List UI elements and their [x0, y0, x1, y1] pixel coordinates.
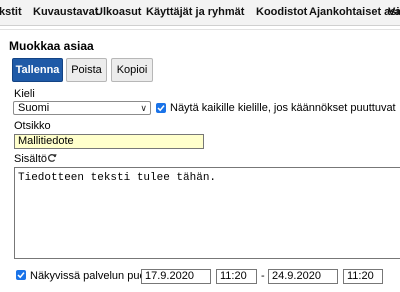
chevron-down-icon: ∨ [140, 103, 147, 113]
language-select[interactable]: Suomi ∨ [13, 101, 151, 115]
visible-in-service-checkbox[interactable] [16, 270, 26, 280]
content-textarea[interactable]: Tiedotteen teksti tulee tähän. [14, 167, 400, 259]
save-button[interactable]: Tallenna [12, 58, 63, 82]
end-time-input[interactable]: 11:20 [343, 269, 383, 284]
top-navigation: kstit Kuvaustavat Ulkoasut Käyttäjät ja … [0, 0, 400, 26]
check-icon [157, 105, 165, 112]
divider [0, 29, 400, 30]
show-all-languages-checkbox[interactable] [156, 103, 166, 113]
language-select-value: Suomi [18, 102, 50, 114]
start-time-input[interactable]: 11:20 [216, 269, 257, 284]
page-title: Muokkaa asiaa [9, 39, 94, 53]
date-range-separator: - [261, 270, 265, 282]
nav-item-ulkoasut[interactable]: Ulkoasut [95, 6, 141, 18]
title-label: Otsikko [14, 120, 51, 132]
end-date-input[interactable]: 24.9.2020 [268, 269, 338, 284]
copy-button[interactable]: Kopioi [111, 58, 153, 82]
check-icon [17, 272, 25, 279]
start-date-input[interactable]: 17.9.2020 [141, 269, 211, 284]
show-all-languages-label: Näytä kaikille kielille, jos käännökset … [170, 102, 396, 114]
title-input[interactable]: Mallitiedote [14, 134, 204, 149]
nav-item-kayttajat-ja-ryhmat[interactable]: Käyttäjät ja ryhmät [146, 6, 244, 18]
content-label: Sisältö [14, 153, 48, 165]
delete-button[interactable]: Poista [66, 58, 107, 82]
nav-item-koodistot[interactable]: Koodistot [256, 6, 307, 18]
nav-item-tekstit[interactable]: kstit [0, 6, 22, 18]
nav-item-kuvaustavat[interactable]: Kuvaustavat [33, 6, 98, 18]
refresh-icon[interactable] [47, 153, 57, 163]
nav-item-ajankohtaiset-asiat[interactable]: Ajankohtaiset asiat [309, 6, 400, 18]
nav-item-vas[interactable]: Vas [388, 6, 400, 18]
language-label: Kieli [14, 88, 35, 100]
